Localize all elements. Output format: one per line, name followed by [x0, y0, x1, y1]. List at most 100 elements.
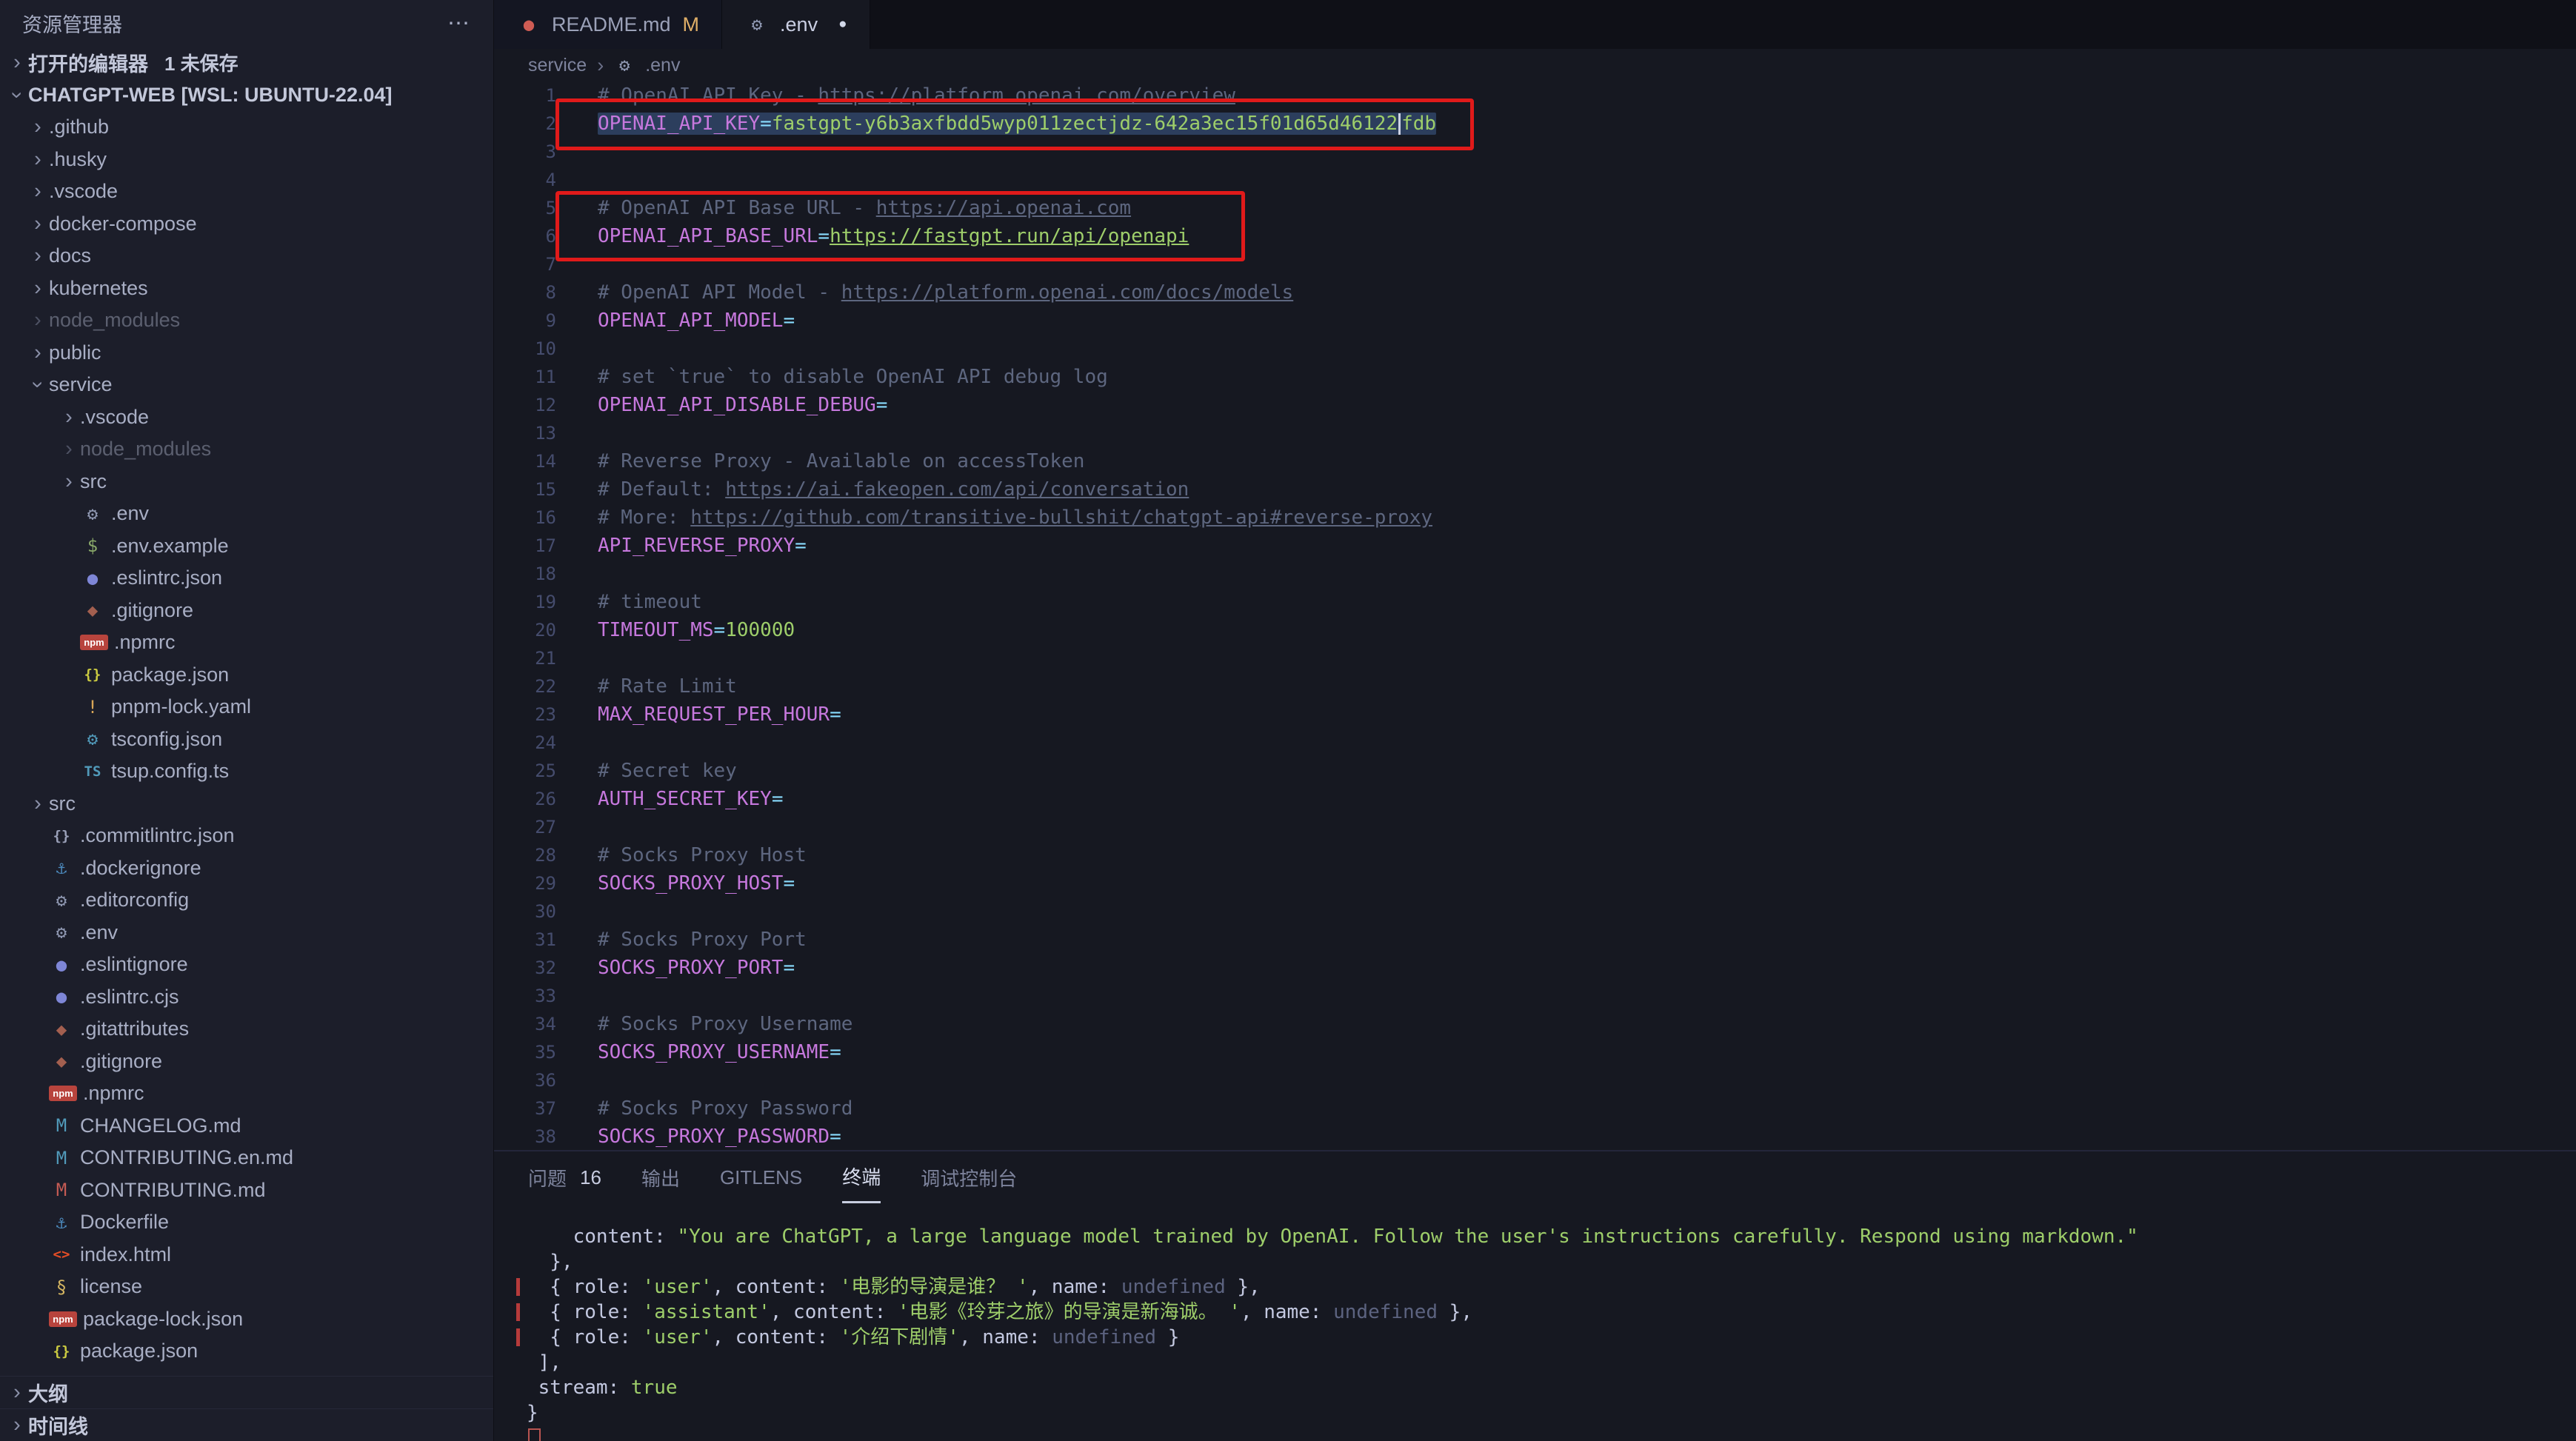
code-line-8[interactable]: 8# OpenAI API Model - https://platform.o… [494, 278, 2576, 307]
tree-item-pnpm-lock-yaml[interactable]: !pnpm-lock.yaml [0, 691, 493, 723]
tree-item-public[interactable]: ›public [0, 337, 493, 370]
panel-tab-gitlens[interactable]: GITLENS [720, 1151, 802, 1203]
code-line-19[interactable]: 19# timeout [494, 588, 2576, 616]
breadcrumb-item-service[interactable]: service [528, 55, 587, 76]
code-line-25[interactable]: 25# Secret key [494, 757, 2576, 785]
terminal[interactable]: content: "You are ChatGPT, a large langu… [494, 1203, 2576, 1441]
code-line-28[interactable]: 28# Socks Proxy Host [494, 841, 2576, 869]
editor[interactable]: 1# OpenAI API Key - https://platform.ope… [494, 81, 2576, 1150]
tree-item-tsup-config-ts[interactable]: TStsup.config.ts [0, 755, 493, 788]
tree-item-commitlintrc-json[interactable]: {}.commitlintrc.json [0, 820, 493, 852]
code-line-38[interactable]: 38SOCKS_PROXY_PASSWORD= [494, 1123, 2576, 1150]
more-actions-icon[interactable]: ⋯ [447, 10, 471, 36]
tree-item-gitignore[interactable]: ◆.gitignore [0, 1046, 493, 1078]
code-line-16[interactable]: 16# More: https://github.com/transitive-… [494, 504, 2576, 532]
code-line-20[interactable]: 20TIMEOUT_MS=100000 [494, 616, 2576, 644]
tree-item-dockerignore[interactable]: ⚓.dockerignore [0, 852, 493, 885]
tab-env[interactable]: ⚙.env● [722, 0, 870, 49]
code-line-15[interactable]: 15# Default: https://ai.fakeopen.com/api… [494, 475, 2576, 504]
tree-item-npmrc[interactable]: npm.npmrc [0, 626, 493, 659]
code-line-7[interactable]: 7 [494, 250, 2576, 278]
code-line-31[interactable]: 31# Socks Proxy Port [494, 926, 2576, 954]
line-number: 25 [494, 757, 556, 785]
code-line-35[interactable]: 35SOCKS_PROXY_USERNAME= [494, 1038, 2576, 1066]
code-line-3[interactable]: 3 [494, 138, 2576, 166]
tree-item-npmrc[interactable]: npm.npmrc [0, 1077, 493, 1110]
code-line-14[interactable]: 14# Reverse Proxy - Available on accessT… [494, 447, 2576, 475]
code-line-27[interactable]: 27 [494, 813, 2576, 841]
code-line-5[interactable]: 5# OpenAI API Base URL - https://api.ope… [494, 194, 2576, 222]
tree-item-service[interactable]: ›service [0, 369, 493, 401]
editor-group: ●README.mdM⚙.env● service›⚙.env 1# OpenA… [494, 0, 2576, 1441]
code-line-10[interactable]: 10 [494, 335, 2576, 363]
code-line-37[interactable]: 37# Socks Proxy Password [494, 1094, 2576, 1123]
tab-readme-md[interactable]: ●README.mdM [494, 0, 722, 49]
tree-item-docker-compose[interactable]: ›docker-compose [0, 208, 493, 241]
tree-item-eslintignore[interactable]: ●.eslintignore [0, 949, 493, 981]
tree-item-env-example[interactable]: $.env.example [0, 530, 493, 563]
tree-item-contributing-md[interactable]: MCONTRIBUTING.md [0, 1174, 493, 1207]
tree-item-package-lock-json[interactable]: npmpackage-lock.json [0, 1303, 493, 1336]
tree-item-gitattributes[interactable]: ◆.gitattributes [0, 1013, 493, 1046]
code-line-30[interactable]: 30 [494, 897, 2576, 926]
tree-item-node-modules[interactable]: ›node_modules [0, 433, 493, 466]
tree-item-index-html[interactable]: <>index.html [0, 1239, 493, 1271]
tree-item-node-modules[interactable]: ›node_modules [0, 304, 493, 337]
tree-item-env[interactable]: ⚙.env [0, 917, 493, 949]
code-line-32[interactable]: 32SOCKS_PROXY_PORT= [494, 954, 2576, 982]
tree-item-src[interactable]: ›src [0, 788, 493, 820]
tree-item-eslintrc-json[interactable]: ●.eslintrc.json [0, 562, 493, 595]
panel-tab-label: GITLENS [720, 1166, 802, 1189]
code-line-22[interactable]: 22# Rate Limit [494, 672, 2576, 701]
code-line-2[interactable]: 2OPENAI_API_KEY=fastgpt-y6b3axfbdd5wyp01… [494, 110, 2576, 138]
tree-item-package-json[interactable]: {}package.json [0, 1335, 493, 1368]
code-line-17[interactable]: 17API_REVERSE_PROXY= [494, 532, 2576, 560]
tree-item-github[interactable]: ›.github [0, 111, 493, 144]
code-line-26[interactable]: 26AUTH_SECRET_KEY= [494, 785, 2576, 813]
tree-item-editorconfig[interactable]: ⚙.editorconfig [0, 884, 493, 917]
panel-tab-[interactable]: 调试控制台 [921, 1151, 1017, 1203]
code-line-18[interactable]: 18 [494, 560, 2576, 588]
tree-item-husky[interactable]: ›.husky [0, 144, 493, 176]
code-line-36[interactable]: 36 [494, 1066, 2576, 1094]
tree-item-src[interactable]: ›src [0, 466, 493, 498]
code-line-9[interactable]: 9OPENAI_API_MODEL= [494, 307, 2576, 335]
panel-tab-[interactable]: 输出 [641, 1151, 680, 1203]
panel-tab-label: 调试控制台 [921, 1164, 1017, 1191]
timeline-section[interactable]: › 时间线 [0, 1408, 493, 1441]
tree-item-contributing-en-md[interactable]: MCONTRIBUTING.en.md [0, 1142, 493, 1174]
tree-item-changelog-md[interactable]: MCHANGELOG.md [0, 1110, 493, 1143]
tree-item-dockerfile[interactable]: ⚓Dockerfile [0, 1206, 493, 1239]
tree-item-docs[interactable]: ›docs [0, 240, 493, 273]
tree-item-gitignore[interactable]: ◆.gitignore [0, 595, 493, 627]
code-line-13[interactable]: 13 [494, 419, 2576, 447]
code-line-34[interactable]: 34# Socks Proxy Username [494, 1010, 2576, 1038]
tree-item-license[interactable]: §license [0, 1271, 493, 1303]
code-line-21[interactable]: 21 [494, 644, 2576, 672]
tree-item-vscode[interactable]: ›.vscode [0, 401, 493, 434]
unsaved-dot-icon[interactable]: ● [838, 16, 847, 33]
panel-tab-[interactable]: 终端 [842, 1151, 881, 1203]
tree-item-eslintrc-cjs[interactable]: ●.eslintrc.cjs [0, 981, 493, 1014]
terminal-line-3: { role: 'user', content: '电影的导演是谁？ ', na… [527, 1274, 2576, 1300]
breadcrumb-item-env[interactable]: .env [645, 55, 680, 76]
outline-section[interactable]: › 大纲 [0, 1376, 493, 1408]
code-line-11[interactable]: 11# set `true` to disable OpenAI API deb… [494, 363, 2576, 391]
tree-item-kubernetes[interactable]: ›kubernetes [0, 273, 493, 305]
code-line-4[interactable]: 4 [494, 166, 2576, 194]
code-line-12[interactable]: 12OPENAI_API_DISABLE_DEBUG= [494, 391, 2576, 419]
code-line-33[interactable]: 33 [494, 982, 2576, 1010]
code-line-23[interactable]: 23MAX_REQUEST_PER_HOUR= [494, 701, 2576, 729]
panel-tab-[interactable]: 问题16 [528, 1151, 601, 1203]
tree-item-package-json[interactable]: {}package.json [0, 659, 493, 692]
tree-item-vscode[interactable]: ›.vscode [0, 175, 493, 208]
tree-item-tsconfig-json[interactable]: ⚙tsconfig.json [0, 723, 493, 756]
chevron-right-icon: › [6, 50, 28, 75]
open-editors-section[interactable]: › 打开的编辑器 1 未保存 [0, 46, 493, 78]
code-line-1[interactable]: 1# OpenAI API Key - https://platform.ope… [494, 81, 2576, 110]
code-line-6[interactable]: 6OPENAI_API_BASE_URL=https://fastgpt.run… [494, 222, 2576, 250]
root-folder-row[interactable]: › CHATGPT-WEB [WSL: UBUNTU-22.04] [0, 78, 493, 111]
tree-item-env[interactable]: ⚙.env [0, 498, 493, 530]
code-line-29[interactable]: 29SOCKS_PROXY_HOST= [494, 869, 2576, 897]
code-line-24[interactable]: 24 [494, 729, 2576, 757]
